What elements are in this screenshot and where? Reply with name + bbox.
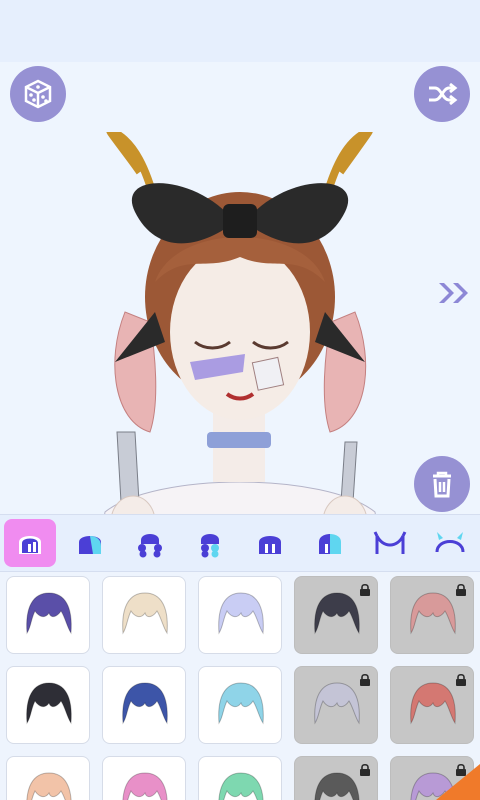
shuffle-icon [429, 82, 458, 106]
hair-item[interactable] [390, 666, 474, 744]
hair-thumbnail [410, 592, 456, 635]
double-chevron-right-icon[interactable] [436, 278, 472, 308]
shuffle-button[interactable] [414, 66, 470, 122]
tab-hair-curly[interactable] [124, 519, 176, 567]
corner-ribbon-icon[interactable] [436, 764, 480, 800]
category-tabbar [0, 514, 480, 572]
lock-icon [360, 583, 370, 596]
lock-icon [360, 763, 370, 776]
hair-thumbnail [122, 772, 168, 800]
hair-thumbnail [218, 682, 264, 725]
hair-item[interactable] [102, 756, 186, 800]
hair-item[interactable] [102, 576, 186, 654]
lock-icon [456, 583, 466, 596]
avatar-stage [0, 62, 480, 514]
delete-button[interactable] [414, 456, 470, 512]
lock-icon [456, 673, 466, 686]
hair-curly-icon [138, 534, 162, 558]
tab-hair-front[interactable] [64, 519, 116, 567]
hair-bob-icon [259, 536, 281, 554]
hair-thumbnail [26, 682, 72, 725]
hair-thumbnail [218, 772, 264, 800]
tab-hair-split[interactable] [304, 519, 356, 567]
hair-thumbnail [122, 592, 168, 635]
tab-hair-side[interactable] [184, 519, 236, 567]
dice-cube-icon [24, 79, 52, 109]
hair-thumbnail [314, 592, 360, 635]
hair-items-grid [0, 572, 480, 800]
hair-item[interactable] [6, 756, 90, 800]
headband-icon [435, 532, 465, 553]
hair-side-icon [201, 534, 219, 558]
hair-split-icon [319, 534, 341, 554]
lock-icon [360, 673, 370, 686]
hair-thumbnail [410, 682, 456, 725]
tab-headband[interactable] [424, 519, 476, 567]
hair-thumbnail [314, 772, 360, 800]
hair-thumbnail [26, 772, 72, 800]
tab-hair-bob[interactable] [244, 519, 296, 567]
horns-icon [373, 531, 407, 554]
tab-horns[interactable] [364, 519, 416, 567]
hair-item[interactable] [294, 666, 378, 744]
top-bar [0, 0, 480, 62]
avatar-character [104, 132, 376, 514]
hair-item[interactable] [198, 756, 282, 800]
hair-full-icon [19, 536, 41, 554]
random-dice-button[interactable] [10, 66, 66, 122]
hair-item[interactable] [390, 576, 474, 654]
hair-item[interactable] [294, 756, 378, 800]
hair-item[interactable] [198, 666, 282, 744]
hair-thumbnail [218, 592, 264, 635]
hair-thumbnail [122, 682, 168, 725]
hair-item[interactable] [6, 576, 90, 654]
trash-icon [433, 471, 451, 498]
hair-front-icon [79, 536, 101, 554]
hair-item[interactable] [294, 576, 378, 654]
hair-item[interactable] [6, 666, 90, 744]
hair-item[interactable] [198, 576, 282, 654]
hair-thumbnail [26, 592, 72, 635]
tab-hair-full[interactable] [4, 519, 56, 567]
hair-thumbnail [314, 682, 360, 725]
hair-item[interactable] [102, 666, 186, 744]
